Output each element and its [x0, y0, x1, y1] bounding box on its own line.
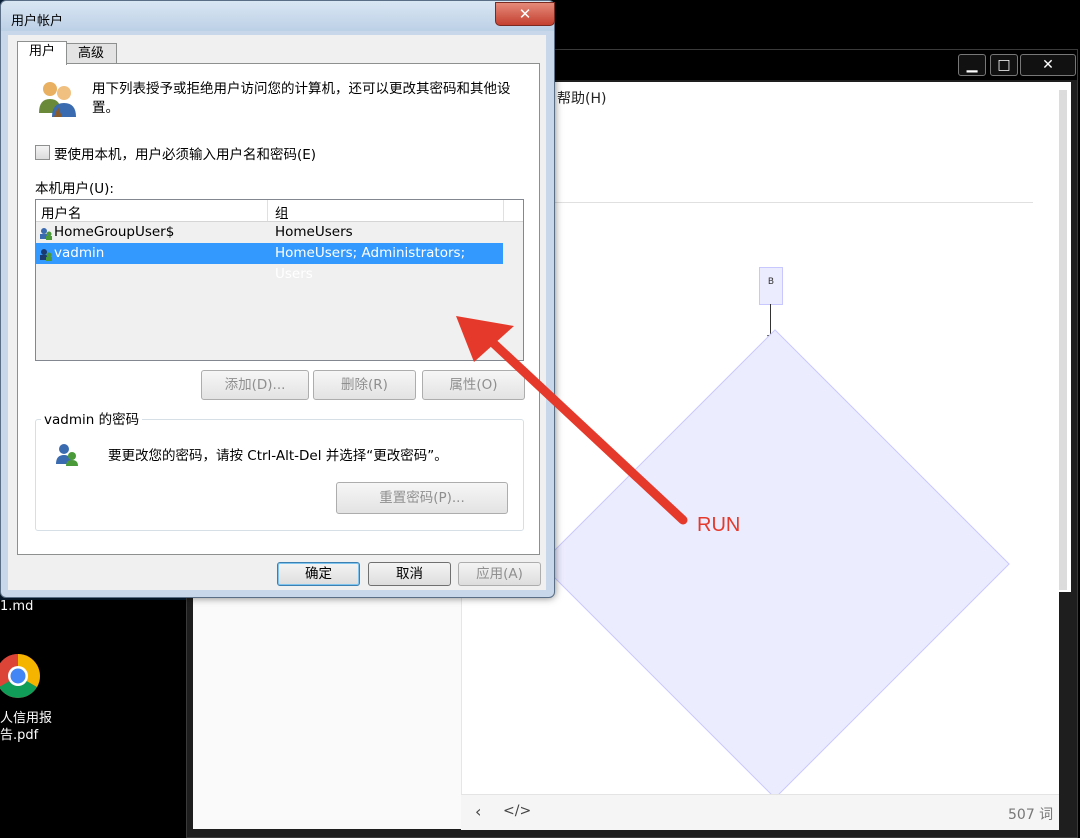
column-divider[interactable] — [503, 200, 504, 221]
word-count: 507 词 — [1008, 807, 1054, 823]
user-accounts-dialog: 用户帐户 ✕ 用户 高级 用下列表授予或拒绝用户访问您的计算机，还可以更改其密码… — [0, 0, 555, 598]
cell-group: HomeUsers; Administrators; Users — [275, 245, 466, 282]
pdf-label-line2: 告.pdf — [0, 728, 39, 743]
require-login-label[interactable]: 要使用本机，用户必须输入用户名和密码(E) — [54, 143, 316, 163]
reset-password-button[interactable]: 重置密码(P)... — [336, 482, 508, 514]
desktop-pdf-label[interactable]: 人信用报 告.pdf — [0, 710, 52, 744]
properties-button[interactable]: 属性(O) — [422, 370, 525, 400]
annotation-run-label: RUN — [697, 514, 741, 536]
chrome-icon[interactable] — [0, 652, 42, 700]
user-password-icon — [54, 442, 80, 466]
menu-help[interactable]: 帮助(H) — [557, 88, 606, 108]
editor-close-button[interactable]: ✕ — [1020, 54, 1076, 76]
pdf-label-line1: 人信用报 — [0, 711, 53, 726]
cancel-button[interactable]: 取消 — [368, 562, 451, 586]
delete-user-button[interactable]: 删除(R) — [313, 370, 416, 400]
cell-username: vadmin — [54, 245, 105, 261]
users-icon — [36, 79, 80, 119]
cell-group: HomeUsers — [275, 224, 353, 240]
tab-users[interactable]: 用户 — [17, 41, 67, 65]
user-icon — [39, 226, 53, 240]
local-users-label: 本机用户(U): — [35, 181, 114, 197]
tab-advanced[interactable]: 高级 — [65, 43, 117, 64]
maximize-button[interactable]: □ — [990, 54, 1018, 76]
dialog-titlebar[interactable]: 用户帐户 ✕ — [1, 1, 555, 31]
ok-button[interactable]: 确定 — [277, 562, 360, 586]
editor-statusbar: ‹ </> 507 词 — [461, 794, 1059, 830]
users-table[interactable]: 用户名 组 HomeGroupUser$ HomeUsers vadmin Ho… — [35, 199, 524, 361]
intro-text: 用下列表授予或拒绝用户访问您的计算机，还可以更改其密码和其他设置。 — [92, 81, 511, 116]
user-icon — [39, 247, 53, 261]
dialog-close-button[interactable]: ✕ — [495, 2, 555, 26]
column-header-username[interactable]: 用户名 — [41, 202, 82, 222]
code-icon[interactable]: </> — [503, 803, 531, 819]
dialog-body: 用户 高级 用下列表授予或拒绝用户访问您的计算机，还可以更改其密码和其他设置。 … — [8, 35, 546, 590]
desktop-file-label[interactable]: 1.md — [0, 598, 33, 615]
apply-button[interactable]: 应用(A) — [458, 562, 541, 586]
password-groupbox — [35, 419, 524, 531]
cell-username: HomeGroupUser$ — [54, 224, 175, 240]
flow-node-b[interactable]: B — [759, 267, 783, 305]
table-row-selected[interactable]: vadmin HomeUsers; Administrators; Users — [36, 243, 503, 282]
table-row[interactable]: HomeGroupUser$ HomeUsers — [36, 222, 503, 243]
minimize-button[interactable]: ▁ — [958, 54, 986, 76]
password-group-title: vadmin 的密码 — [41, 408, 143, 428]
password-instructions: 要更改您的密码，请按 Ctrl-Alt-Del 并选择“更改密码”。 — [108, 448, 448, 464]
column-divider[interactable] — [267, 200, 268, 221]
column-header-group[interactable]: 组 — [275, 202, 289, 222]
chevron-left-icon[interactable]: ‹ — [475, 802, 481, 821]
flow-decision-diamond[interactable] — [540, 329, 1010, 799]
dialog-title: 用户帐户 — [11, 14, 64, 29]
add-user-button[interactable]: 添加(D)... — [201, 370, 309, 400]
users-tab-panel: 用下列表授予或拒绝用户访问您的计算机，还可以更改其密码和其他设置。 要使用本机，… — [17, 63, 540, 555]
editor-scroll-thumb[interactable] — [1059, 90, 1067, 590]
editor-divider — [493, 202, 1033, 203]
table-header: 用户名 组 — [36, 200, 523, 222]
require-login-checkbox[interactable] — [35, 145, 50, 160]
